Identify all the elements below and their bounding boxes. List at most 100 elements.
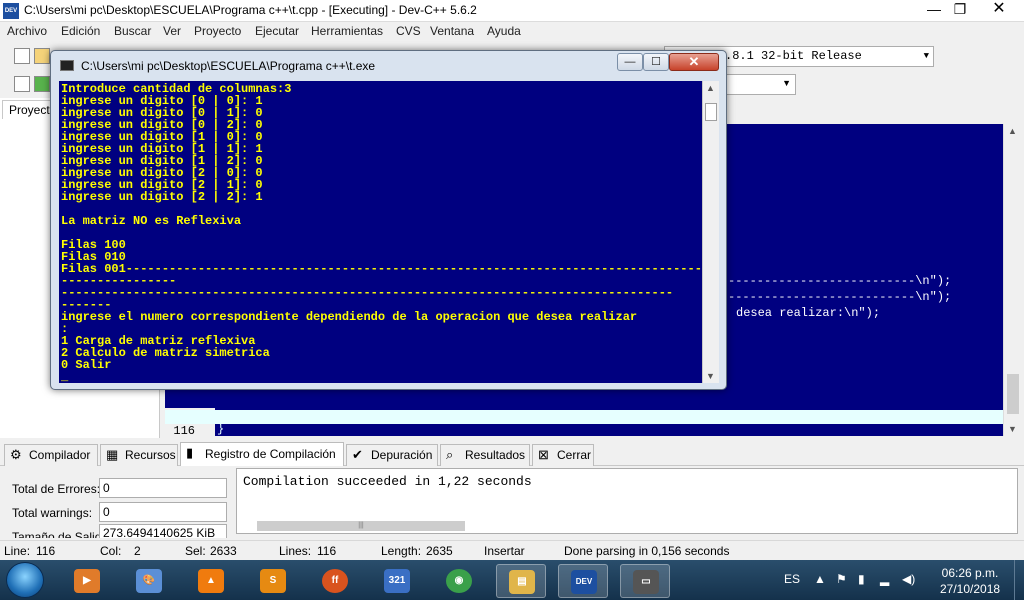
tab-cerrar[interactable]: ⊠ Cerrar: [532, 444, 594, 466]
console-scrollbar[interactable]: ▲ ▼: [702, 81, 719, 383]
system-tray: ES ▲ ⚑ ▮ ▂ ◀) 06:26 p.m. 27/10/2018: [770, 560, 1024, 600]
menu-proyecto[interactable]: Proyecto: [194, 24, 241, 38]
compile-log[interactable]: Compilation succeeded in 1,22 seconds ||…: [236, 468, 1018, 534]
windows-start-icon[interactable]: [6, 562, 44, 598]
scroll-up-icon[interactable]: ▲: [1008, 126, 1017, 136]
status-parse: Done parsing in 0,156 seconds: [564, 544, 730, 558]
scroll-thumb[interactable]: [1007, 374, 1019, 414]
menu-herramientas[interactable]: Herramientas: [311, 24, 383, 38]
media-player-icon: ▶: [74, 569, 100, 593]
close-button[interactable]: ✕: [976, 0, 1022, 20]
chevron-down-icon: ▼: [782, 78, 791, 88]
taskbar-paint[interactable]: 🎨: [124, 564, 174, 598]
status-length-value: 2635: [426, 544, 453, 558]
taskbar-vlc[interactable]: ▲: [186, 564, 236, 598]
bottom-tab-bar: ⚙ Compilador ▦ Recursos ▮ Registro de Co…: [0, 442, 1024, 466]
warnings-label: Total warnings:: [12, 506, 93, 520]
taskbar-calendar[interactable]: 321: [372, 564, 422, 598]
devcpp-app-icon: DEV: [3, 3, 19, 19]
console-output[interactable]: Introduce cantidad de columnas:3 ingrese…: [59, 81, 702, 383]
log-horizontal-scrollbar[interactable]: |||: [257, 519, 1017, 533]
battery-icon[interactable]: ▮: [858, 572, 865, 586]
indent-icon[interactable]: [14, 76, 30, 92]
console-line: Filas 100: [61, 238, 126, 252]
tab-label: Depuración: [371, 448, 433, 462]
compile-log-panel: Total de Errores: 0 Total warnings: 0 Ta…: [0, 466, 1024, 538]
status-col-value: 2: [134, 544, 141, 558]
tab-label: Recursos: [125, 448, 176, 462]
class-select[interactable]: ▼: [720, 74, 796, 95]
add-icon[interactable]: [34, 76, 50, 92]
console-minimize-button[interactable]: —: [617, 53, 643, 71]
tray-expand-icon[interactable]: ▲: [814, 572, 826, 586]
language-indicator[interactable]: ES: [784, 572, 800, 586]
clock-time[interactable]: 06:26 p.m.: [940, 566, 1000, 580]
menu-cvs[interactable]: CVS: [396, 24, 421, 38]
check-icon: ✔: [352, 447, 363, 462]
code-line-current[interactable]: 116 }: [165, 410, 1003, 436]
taskbar-sublime[interactable]: S: [248, 564, 298, 598]
editor-scrollbar[interactable]: ▲ ▼: [1003, 124, 1021, 436]
taskbar-console[interactable]: ▭: [620, 564, 670, 598]
tab-resultados[interactable]: ⌕ Resultados: [440, 444, 530, 466]
console-close-button[interactable]: ✕: [669, 53, 719, 71]
volume-icon[interactable]: ◀): [902, 572, 915, 586]
console-window[interactable]: C:\Users\mi pc\Desktop\ESCUELA\Programa …: [50, 50, 727, 390]
console-maximize-button[interactable]: ☐: [643, 53, 669, 71]
tab-label: Cerrar: [557, 448, 592, 462]
menu-ejecutar[interactable]: Ejecutar: [255, 24, 299, 38]
console-line: ----------------------------------------…: [61, 286, 674, 300]
console-line: 0 Salir: [61, 358, 112, 372]
tab-recursos[interactable]: ▦ Recursos: [100, 444, 178, 466]
network-icon[interactable]: ▂: [880, 572, 889, 586]
status-line-label: Line:: [4, 544, 31, 558]
menu-buscar[interactable]: Buscar: [114, 24, 151, 38]
new-file-icon[interactable]: [14, 48, 30, 64]
menu-ayuda[interactable]: Ayuda: [487, 24, 521, 38]
tab-label: Compilador: [29, 448, 91, 462]
tab-compilador[interactable]: ⚙ Compilador: [4, 444, 98, 466]
tab-label: Registro de Compilación: [205, 447, 336, 461]
clock-date[interactable]: 27/10/2018: [940, 582, 1000, 596]
tab-depuracion[interactable]: ✔ Depuración: [346, 444, 438, 466]
chevron-down-icon: ▼: [923, 51, 929, 61]
output-size-label: Tamaño de Salida:: [12, 530, 112, 538]
console-cursor: _: [61, 370, 69, 383]
close-panel-icon: ⊠: [538, 447, 549, 462]
console-title: C:\Users\mi pc\Desktop\ESCUELA\Programa …: [81, 59, 376, 73]
vlc-icon: ▲: [198, 569, 224, 593]
menu-edicion[interactable]: Edición: [61, 24, 100, 38]
taskbar-explorer[interactable]: ▤: [496, 564, 546, 598]
menu-ventana[interactable]: Ventana: [430, 24, 474, 38]
firefox-icon: ff: [322, 569, 348, 593]
flag-icon[interactable]: ⚑: [836, 572, 847, 586]
scroll-thumb[interactable]: [705, 103, 717, 121]
scroll-thumb[interactable]: |||: [257, 521, 465, 531]
code-fragment: desea realizar:\n");: [736, 306, 881, 320]
show-desktop-button[interactable]: [1014, 560, 1024, 600]
status-lines-label: Lines:: [279, 544, 312, 558]
compile-message: Compilation succeeded in 1,22 seconds: [243, 474, 532, 489]
taskbar-devcpp[interactable]: DEV: [558, 564, 608, 598]
window-title: C:\Users\mi pc\Desktop\ESCUELA\Programa …: [24, 3, 477, 17]
taskbar-chrome[interactable]: ◉: [434, 564, 484, 598]
menu-archivo[interactable]: Archivo: [7, 24, 47, 38]
sublime-icon: S: [260, 569, 286, 593]
menu-ver[interactable]: Ver: [163, 24, 181, 38]
maximize-button[interactable]: ❐: [948, 0, 972, 20]
console-icon: ▭: [633, 570, 659, 594]
status-sel-label: Sel:: [185, 544, 206, 558]
code-line[interactable]: 115 }: [165, 394, 1003, 436]
status-mode: Insertar: [484, 544, 525, 558]
open-file-icon[interactable]: [34, 48, 50, 64]
taskbar-media-player[interactable]: ▶: [62, 564, 112, 598]
tab-registro-compilacion[interactable]: ▮ Registro de Compilación: [180, 442, 344, 466]
taskbar-firefox[interactable]: ff: [310, 564, 360, 598]
scroll-down-icon[interactable]: ▼: [1008, 424, 1017, 434]
scroll-down-icon[interactable]: ▼: [706, 371, 715, 381]
minimize-button[interactable]: —: [920, 0, 948, 20]
scroll-up-icon[interactable]: ▲: [706, 83, 715, 93]
code-fragment: --------------------------\n");: [728, 290, 952, 304]
errors-label: Total de Errores:: [12, 482, 101, 496]
